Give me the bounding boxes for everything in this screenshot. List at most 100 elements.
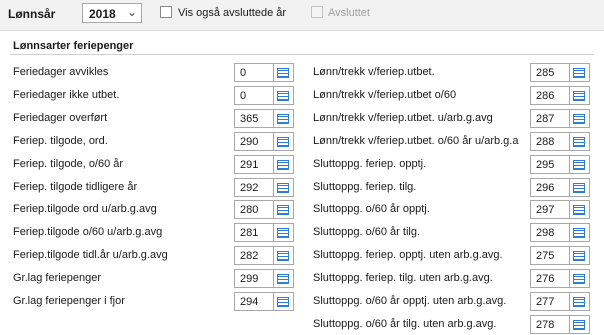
list-icon (277, 297, 289, 307)
wage-type-input[interactable]: 291 (234, 154, 274, 174)
field-label: Feriedager overført (13, 111, 108, 124)
wage-type-input[interactable]: 280 (234, 200, 274, 220)
wage-type-input[interactable]: 278 (530, 314, 570, 334)
field-row: Sluttoppg. feriep. opptj. uten arb.g.avg… (313, 246, 590, 266)
field-row: Feriedager avvikles 0 (13, 63, 294, 83)
list-icon (277, 90, 289, 101)
lookup-button[interactable] (274, 131, 294, 151)
list-icon (277, 251, 289, 262)
field-label: Sluttoppg. o/60 år tilg. (313, 226, 421, 239)
field-row: Sluttoppg. o/60 år opptj. uten arb.g.avg… (313, 292, 590, 312)
field-row: Gr.lag feriepenger 299 (13, 269, 294, 289)
lookup-button[interactable] (570, 154, 590, 174)
lookup-button[interactable] (570, 292, 590, 311)
field-label: Gr.lag feriepenger (13, 272, 102, 285)
list-icon (277, 274, 289, 285)
list-icon (573, 182, 585, 193)
lookup-button[interactable] (570, 314, 590, 334)
field-label: Lønn/trekk v/feriep.utbet. u/arb.g.avg (313, 111, 493, 124)
list-icon (277, 182, 289, 193)
wage-type-input[interactable]: 294 (234, 292, 274, 311)
list-icon (573, 274, 585, 285)
year-value: 2018 (89, 7, 116, 21)
wage-type-input[interactable]: 288 (530, 131, 570, 151)
lookup-button[interactable] (570, 223, 590, 243)
list-icon (277, 68, 289, 78)
lookup-button[interactable] (570, 108, 590, 128)
field-label: Sluttoppg. feriep. opptj. uten arb.g.avg… (313, 249, 503, 262)
wage-type-input[interactable]: 290 (234, 131, 274, 151)
lookup-button[interactable] (274, 154, 294, 174)
lookup-button[interactable] (274, 177, 294, 197)
wage-type-input[interactable]: 282 (234, 246, 274, 266)
list-icon (573, 113, 585, 124)
toolbar: Lønnsår 2018 ⌄ Vis også avsluttede år Av… (0, 0, 604, 31)
field-row: Feriep. tilgode tidligere år 292 (13, 177, 294, 198)
list-icon (573, 90, 585, 101)
lookup-button[interactable] (274, 269, 294, 289)
lookup-button[interactable] (274, 292, 294, 311)
lookup-button[interactable] (274, 246, 294, 266)
field-row: Feriep. tilgode, o/60 år 291 (13, 154, 294, 175)
field-label: Sluttoppg. o/60 år opptj. uten arb.g.avg… (313, 295, 507, 307)
wage-type-input[interactable]: 292 (234, 177, 274, 197)
field-row: Feriep.tilgode o/60 u/arb.g.avg 281 (13, 223, 294, 243)
show-closed-years-checkbox[interactable] (160, 6, 172, 18)
lookup-button[interactable] (274, 223, 294, 243)
field-row: Feriep.tilgode tidl.år u/arb.g.avg 282 (13, 246, 294, 266)
wage-type-input[interactable]: 298 (530, 223, 570, 243)
wage-type-input[interactable]: 285 (530, 63, 570, 82)
list-icon (277, 136, 289, 147)
wage-type-input[interactable]: 0 (234, 85, 274, 105)
lookup-button[interactable] (570, 85, 590, 105)
field-row: Gr.lag feriepenger i fjor 294 (13, 292, 294, 312)
lookup-button[interactable] (570, 131, 590, 151)
lookup-button[interactable] (274, 108, 294, 128)
field-row: Sluttoppg. feriep. tilg. 296 (313, 177, 590, 198)
wage-type-input[interactable]: 277 (530, 292, 570, 311)
field-label: Sluttoppg. o/60 år tilg. uten arb.g.avg. (313, 317, 497, 330)
field-label: Lønn/trekk v/feriep.utbet o/60 (313, 88, 457, 101)
year-dropdown[interactable]: 2018 ⌄ (82, 3, 142, 23)
field-row: Feriep. tilgode, ord. 290 (13, 131, 294, 152)
wage-type-input[interactable]: 275 (530, 246, 570, 266)
field-label: Feriep.tilgode ord u/arb.g.avg (13, 203, 157, 216)
wage-type-input[interactable]: 365 (234, 108, 274, 128)
closed-label: Avsluttet (328, 7, 370, 19)
wage-type-input[interactable]: 281 (234, 223, 274, 243)
wage-type-input[interactable]: 276 (530, 269, 570, 289)
wage-type-input[interactable]: 299 (234, 269, 274, 289)
lookup-button[interactable] (570, 246, 590, 266)
wage-type-input[interactable]: 286 (530, 85, 570, 105)
field-row: Sluttoppg. o/60 år tilg. 298 (313, 223, 590, 243)
list-icon (573, 68, 585, 78)
list-icon (277, 228, 289, 239)
field-row: Feriep.tilgode ord u/arb.g.avg 280 (13, 200, 294, 220)
lookup-button[interactable] (570, 269, 590, 289)
list-icon (573, 228, 585, 239)
field-label: Feriedager ikke utbet. (13, 88, 120, 101)
field-row: Lønn/trekk v/feriep.utbet. o/60 år u/arb… (313, 131, 590, 152)
wage-type-input[interactable]: 0 (234, 63, 274, 82)
wage-type-input[interactable]: 295 (530, 154, 570, 174)
field-row: Sluttoppg. o/60 år opptj. 297 (313, 200, 590, 220)
lookup-button[interactable] (570, 177, 590, 197)
field-label: Feriep.tilgode tidl.år u/arb.g.avg (13, 249, 168, 262)
wage-type-input[interactable]: 287 (530, 108, 570, 128)
list-icon (573, 251, 585, 262)
wage-type-input[interactable]: 297 (530, 200, 570, 220)
field-row: Lønn/trekk v/feriep.utbet. 285 (313, 63, 590, 83)
field-label: Sluttoppg. feriep. tilg. (313, 180, 417, 193)
closed-checkbox (311, 6, 323, 18)
list-icon (277, 159, 289, 170)
lookup-button[interactable] (570, 63, 590, 82)
list-icon (277, 113, 289, 124)
field-label: Feriep.tilgode o/60 u/arb.g.avg (13, 226, 163, 239)
lookup-button[interactable] (274, 85, 294, 105)
lookup-button[interactable] (274, 200, 294, 220)
lookup-button[interactable] (570, 200, 590, 220)
wage-type-input[interactable]: 296 (530, 177, 570, 197)
field-row: Lønn/trekk v/feriep.utbet o/60 286 (313, 85, 590, 106)
field-row: Sluttoppg. feriep. opptj. 295 (313, 154, 590, 175)
lookup-button[interactable] (274, 63, 294, 82)
